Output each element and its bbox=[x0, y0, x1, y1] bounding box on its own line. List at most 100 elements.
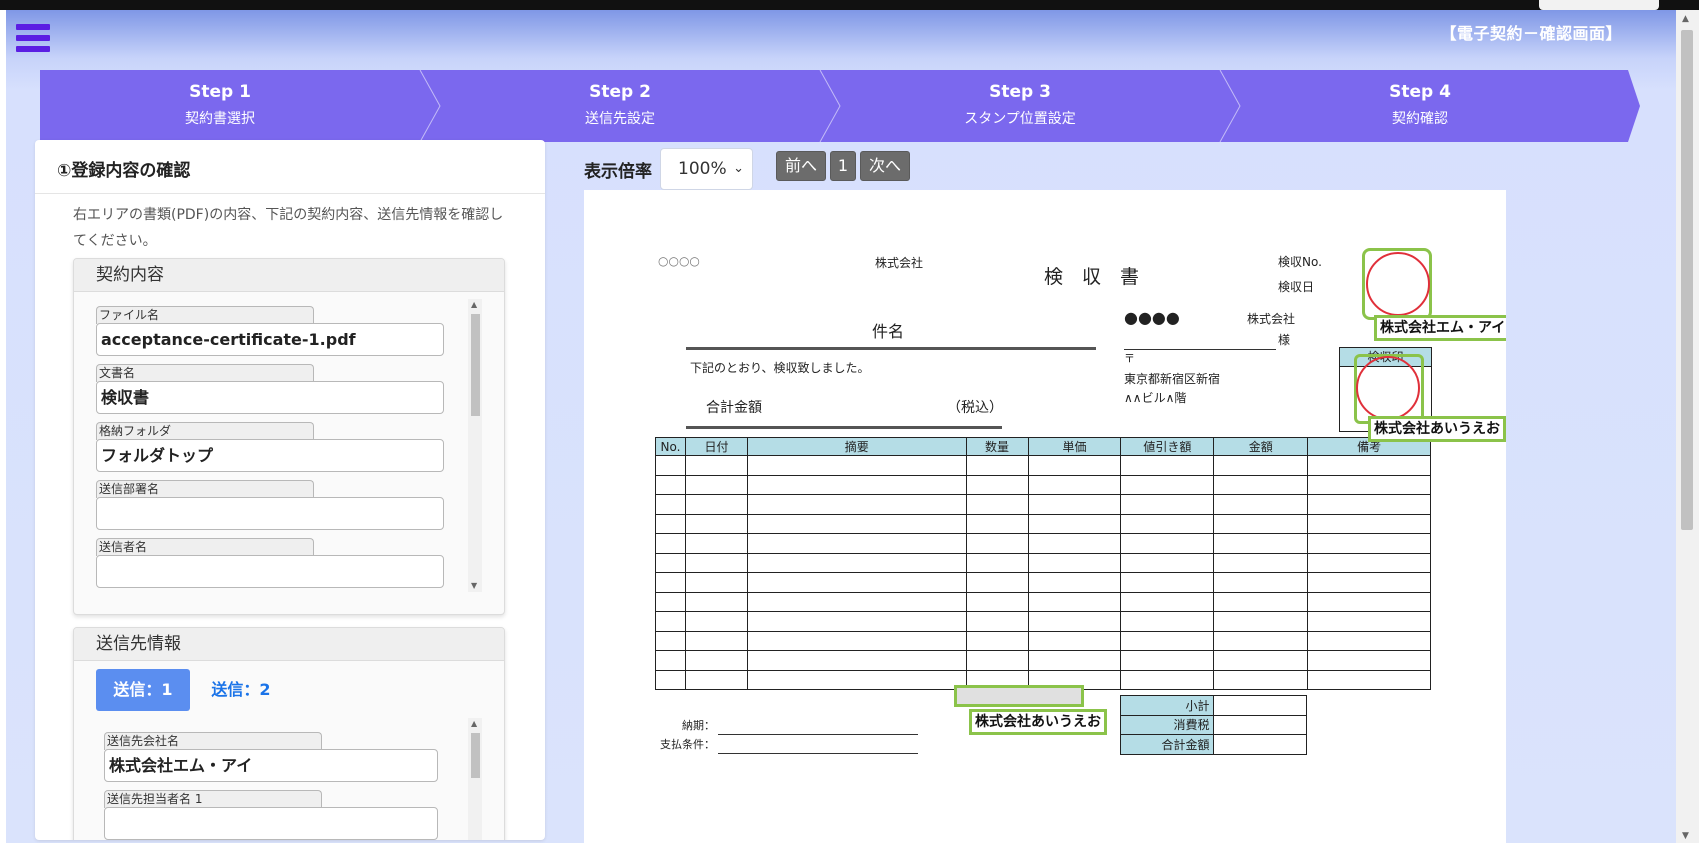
table-cell bbox=[965, 611, 1029, 632]
table-row bbox=[655, 591, 1431, 612]
storage-folder-field[interactable]: フォルダトップ bbox=[96, 439, 444, 472]
table-cell bbox=[655, 611, 686, 632]
tab-recipient-1[interactable]: 送信：1 bbox=[96, 669, 190, 711]
sender-stamp-name-bottom[interactable]: 株式会社あいうえお bbox=[969, 709, 1107, 735]
column-header: 数量 bbox=[965, 437, 1029, 456]
table-cell bbox=[1213, 650, 1309, 671]
table-cell bbox=[1307, 552, 1431, 573]
column-header: 単価 bbox=[1027, 437, 1122, 456]
step-label: スタンプ位置設定 bbox=[964, 111, 1076, 127]
table-cell bbox=[684, 552, 748, 573]
step-3: Step 3 スタンプ位置設定 bbox=[840, 70, 1200, 142]
sender-name-field[interactable] bbox=[96, 555, 444, 588]
prev-page-button[interactable]: 前へ bbox=[776, 151, 826, 181]
table-cell bbox=[684, 513, 748, 534]
document-name-field[interactable]: 検収書 bbox=[96, 381, 444, 414]
sender-department-field[interactable] bbox=[96, 497, 444, 530]
page-number-button[interactable]: 1 bbox=[830, 151, 856, 181]
contract-card: 契約内容 ファイル名 acceptance-certificate-1.pdf … bbox=[73, 258, 505, 615]
divider bbox=[35, 193, 545, 194]
doc-address-1: 東京都新宿区新宿 bbox=[1124, 372, 1221, 386]
table-cell bbox=[655, 630, 686, 651]
tab-recipient-2[interactable]: 送信：2 bbox=[194, 669, 288, 711]
table-cell bbox=[1027, 572, 1122, 593]
scroll-down-arrow-icon[interactable]: ▼ bbox=[471, 582, 477, 590]
table-cell bbox=[684, 591, 748, 612]
step-progress-bar: Step 1 契約書選択 Step 2 送信先設定 Step 3 スタンプ位置設定 S… bbox=[40, 70, 1640, 142]
zoom-select[interactable]: 100% ⌄ bbox=[660, 148, 753, 190]
zoom-label: 表示倍率 bbox=[584, 162, 652, 182]
table-cell bbox=[655, 513, 686, 534]
field-label: 文書名 bbox=[96, 364, 314, 382]
grand-total-label: 合計金額 bbox=[1120, 734, 1214, 755]
doc-dots-left: ○○○○ bbox=[658, 254, 700, 268]
step-number: Step 2 bbox=[589, 82, 651, 102]
table-cell bbox=[746, 552, 967, 573]
column-header: 値引き額 bbox=[1120, 437, 1215, 456]
table-cell bbox=[1213, 572, 1309, 593]
doc-payment-label: 支払条件： bbox=[660, 738, 715, 751]
page-scrollbar[interactable]: ▲ ▼ bbox=[1676, 10, 1699, 843]
table-cell bbox=[1120, 630, 1215, 651]
table-cell bbox=[1027, 591, 1122, 612]
table-cell bbox=[965, 533, 1029, 554]
doc-company-label-right: 株式会社 bbox=[1247, 312, 1296, 326]
table-row bbox=[655, 630, 1431, 651]
scroll-up-arrow-icon[interactable]: ▲ bbox=[471, 720, 477, 728]
browser-tab bbox=[1539, 0, 1659, 10]
step-4: Step 4 契約確認 bbox=[1240, 70, 1600, 142]
table-cell bbox=[1120, 552, 1215, 573]
file-name-field[interactable]: acceptance-certificate-1.pdf bbox=[96, 323, 444, 356]
table-cell bbox=[655, 669, 686, 690]
recipient-card-heading: 送信先情報 bbox=[74, 628, 504, 661]
recipient-scrollbar[interactable]: ▲ bbox=[468, 718, 482, 840]
table-cell bbox=[1120, 513, 1215, 534]
table-cell bbox=[965, 572, 1029, 593]
recipient-company-field[interactable]: 株式会社エム・アイ bbox=[104, 749, 438, 782]
scroll-thumb[interactable] bbox=[471, 314, 480, 416]
sender-stamp-name-top[interactable]: 株式会社あいうえお bbox=[1368, 416, 1506, 442]
scroll-up-arrow-icon[interactable]: ▲ bbox=[1682, 14, 1689, 24]
table-cell bbox=[746, 494, 967, 515]
next-page-button[interactable]: 次へ bbox=[860, 151, 910, 181]
table-cell bbox=[655, 591, 686, 612]
scroll-down-arrow-icon[interactable]: ▼ bbox=[1682, 831, 1689, 841]
table-cell bbox=[1213, 611, 1309, 632]
table-row: 消費税 bbox=[1120, 714, 1308, 735]
table-cell bbox=[965, 650, 1029, 671]
table-cell bbox=[1027, 650, 1122, 671]
field-label: 送信先担当者名 1 bbox=[104, 790, 322, 808]
step-2: Step 2 送信先設定 bbox=[440, 70, 800, 142]
table-cell bbox=[655, 533, 686, 554]
browser-top-bar bbox=[0, 0, 1699, 10]
table-cell bbox=[1120, 591, 1215, 612]
table-row bbox=[655, 474, 1431, 495]
table-cell bbox=[1212, 695, 1308, 716]
table-cell bbox=[1212, 714, 1308, 735]
recipient-stamp-name[interactable]: 株式会社エム・アイ bbox=[1374, 315, 1506, 341]
column-header: No. bbox=[655, 437, 686, 456]
table-cell bbox=[965, 591, 1029, 612]
doc-postal-mark: 〒 bbox=[1124, 352, 1135, 365]
recipient-contact-field[interactable] bbox=[104, 807, 438, 840]
table-cell bbox=[684, 474, 748, 495]
scroll-thumb[interactable] bbox=[1681, 30, 1693, 530]
step-number: Step 1 bbox=[189, 82, 251, 102]
doc-address-2: ∧∧ビル∧階 bbox=[1124, 391, 1187, 405]
sender-stamp-placeholder-bottom[interactable] bbox=[954, 685, 1084, 707]
step-label: 契約書選択 bbox=[185, 111, 255, 127]
table-cell bbox=[965, 552, 1029, 573]
table-cell bbox=[1307, 455, 1431, 476]
table-cell bbox=[1307, 611, 1431, 632]
table-cell bbox=[1307, 572, 1431, 593]
doc-due-label: 納期： bbox=[682, 719, 715, 732]
table-cell bbox=[1307, 474, 1431, 495]
table-row bbox=[655, 650, 1431, 671]
contract-scrollbar[interactable]: ▲ ▼ bbox=[468, 299, 482, 592]
scroll-thumb[interactable] bbox=[471, 733, 480, 778]
table-cell bbox=[655, 494, 686, 515]
hamburger-menu-icon[interactable] bbox=[16, 24, 50, 58]
table-cell bbox=[1027, 630, 1122, 651]
step-label: 契約確認 bbox=[1392, 111, 1448, 127]
scroll-up-arrow-icon[interactable]: ▲ bbox=[471, 301, 477, 309]
